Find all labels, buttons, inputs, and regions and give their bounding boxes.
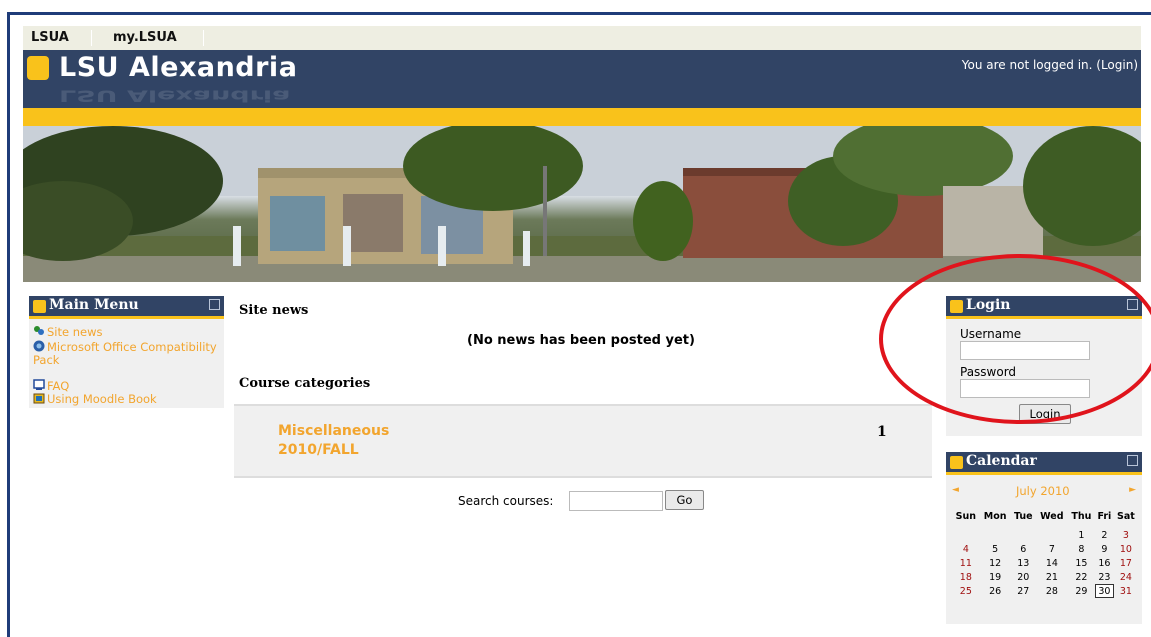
top-nav: LSUA my.LSUA <box>23 26 1141 50</box>
calendar-header: Calendar <box>946 452 1142 475</box>
calendar-weeks: 1 2 3 4 5 6 7 8 9 10 11 12 13 14 15 16 17 18 19 20 21 22 23 24 2… <box>952 528 1138 598</box>
weekday-label: Sat <box>1116 511 1135 522</box>
search-courses-input[interactable] <box>569 491 663 511</box>
calendar-day[interactable]: 9 <box>1095 542 1114 556</box>
header-accent-bar <box>23 108 1141 126</box>
calendar-title: Calendar <box>966 453 1037 469</box>
menu-item-label: Microsoft Office Compatibility Pack <box>33 340 217 367</box>
login-status[interactable]: You are not logged in. (Login) <box>962 58 1138 72</box>
category-name-line2: 2010/FALL <box>278 442 359 458</box>
calendar-week: 18 19 20 21 22 23 24 <box>952 570 1138 584</box>
calendar-day[interactable]: 31 <box>1114 584 1138 598</box>
calendar-day[interactable]: 28 <box>1036 584 1068 598</box>
calendar-day[interactable]: 10 <box>1114 542 1138 556</box>
course-count: 1 <box>877 424 887 440</box>
calendar-day[interactable]: 6 <box>1011 542 1036 556</box>
category-link[interactable]: Miscellaneous 2010/FALL <box>278 422 389 460</box>
calendar-empty-cell <box>952 528 980 542</box>
menu-item-label: FAQ <box>47 379 70 393</box>
calendar-day[interactable]: 11 <box>952 556 980 570</box>
calendar-day[interactable]: 20 <box>1011 570 1036 584</box>
weekday-label: Sun <box>955 511 977 522</box>
calendar-day[interactable]: 23 <box>1095 570 1114 584</box>
calendar-day[interactable]: 15 <box>1068 556 1095 570</box>
calendar-day[interactable]: 1 <box>1068 528 1095 542</box>
page-icon <box>33 379 45 391</box>
calendar-grid: Sun Mon Tue Wed Thu Fri Sat 1 2 3 4 5 6 7 8 9 10 11 12 13 1… <box>952 511 1138 598</box>
weekday-label: Mon <box>983 511 1007 522</box>
calendar-day[interactable]: 4 <box>952 542 980 556</box>
no-news-message: (No news has been posted yet) <box>467 333 695 348</box>
calendar-day[interactable]: 24 <box>1114 570 1138 584</box>
calendar-day[interactable]: 8 <box>1068 542 1095 556</box>
menu-item-label: Site news <box>47 325 103 339</box>
category-row: Miscellaneous 2010/FALL 1 <box>234 404 932 478</box>
main-menu-block: Main Menu Site news Microsoft Office Com… <box>29 296 224 408</box>
logo-square-icon <box>27 56 49 80</box>
nav-link-lsua[interactable]: LSUA <box>31 30 69 45</box>
calendar-day[interactable]: 26 <box>980 584 1011 598</box>
calendar-week: 4 5 6 7 8 9 10 <box>952 542 1138 556</box>
calendar-empty-cell <box>1036 528 1068 542</box>
weekday-label: Wed <box>1040 511 1064 522</box>
menu-item-moodle-book[interactable]: Using Moodle Book <box>33 392 157 406</box>
calendar-week: 25 26 27 28 29 30 31 <box>952 584 1138 598</box>
nav-link-mylsua[interactable]: my.LSUA <box>113 30 177 45</box>
site-news-heading: Site news <box>239 303 309 318</box>
menu-item-office-pack[interactable]: Microsoft Office Compatibility Pack <box>33 340 223 367</box>
weekday-label: Fri <box>1097 511 1112 522</box>
calendar-day[interactable]: 18 <box>952 570 980 584</box>
calendar-day[interactable]: 14 <box>1036 556 1068 570</box>
weekday-label: Tue <box>1013 511 1033 522</box>
site-logo-text[interactable]: LSU Alexandria <box>59 52 297 83</box>
web-link-icon <box>33 340 45 352</box>
search-go-button[interactable]: Go <box>665 490 704 510</box>
hide-block-icon[interactable] <box>209 299 220 310</box>
calendar-day[interactable]: 22 <box>1068 570 1095 584</box>
calendar-empty-cell <box>1011 528 1036 542</box>
main-menu-title: Main Menu <box>49 297 139 313</box>
highlight-ring <box>879 254 1151 424</box>
prev-month-icon[interactable]: ◄ <box>952 485 959 495</box>
site-header: LSU Alexandria LSU Alexandria You are no… <box>23 50 1141 108</box>
calendar-block: Calendar ◄ July 2010 ► Sun Mon Tue Wed Thu Fr… <box>946 452 1142 624</box>
course-categories-heading: Course categories <box>239 376 371 391</box>
search-label: Search courses: <box>458 494 554 508</box>
weekday-label: Thu <box>1071 511 1092 522</box>
calendar-day[interactable]: 13 <box>1011 556 1036 570</box>
calendar-day[interactable]: 3 <box>1114 528 1138 542</box>
weekday-row: Sun Mon Tue Wed Thu Fri Sat <box>952 511 1138 528</box>
block-square-icon <box>950 456 963 469</box>
users-icon <box>33 325 45 337</box>
calendar-month[interactable]: July 2010 <box>1016 484 1070 498</box>
calendar-day[interactable]: 30 <box>1094 584 1114 598</box>
block-square-icon <box>33 300 46 313</box>
hide-block-icon[interactable] <box>1127 455 1138 466</box>
calendar-week: 123 <box>952 528 1138 542</box>
book-icon <box>33 392 45 404</box>
main-menu-header: Main Menu <box>29 296 224 319</box>
calendar-day[interactable]: 5 <box>980 542 1011 556</box>
calendar-day[interactable]: 7 <box>1036 542 1068 556</box>
menu-item-faq[interactable]: FAQ <box>33 379 69 393</box>
calendar-day[interactable]: 12 <box>980 556 1011 570</box>
calendar-day[interactable]: 17 <box>1114 556 1138 570</box>
logo-reflection: LSU Alexandria <box>59 86 291 105</box>
calendar-day[interactable]: 16 <box>1095 556 1114 570</box>
calendar-day[interactable]: 21 <box>1036 570 1068 584</box>
nav-separator <box>91 30 92 46</box>
calendar-day[interactable]: 27 <box>1011 584 1036 598</box>
next-month-icon[interactable]: ► <box>1129 485 1136 495</box>
category-name-line1: Miscellaneous <box>278 423 390 439</box>
menu-item-site-news[interactable]: Site news <box>33 325 103 339</box>
calendar-empty-cell <box>980 528 1011 542</box>
calendar-day[interactable]: 2 <box>1095 528 1114 542</box>
calendar-day[interactable]: 25 <box>952 584 980 598</box>
calendar-day[interactable]: 19 <box>980 570 1011 584</box>
menu-item-label: Using Moodle Book <box>47 392 157 406</box>
calendar-week: 11 12 13 14 15 16 17 <box>952 556 1138 570</box>
nav-separator <box>203 30 204 46</box>
calendar-day[interactable]: 29 <box>1068 584 1095 598</box>
